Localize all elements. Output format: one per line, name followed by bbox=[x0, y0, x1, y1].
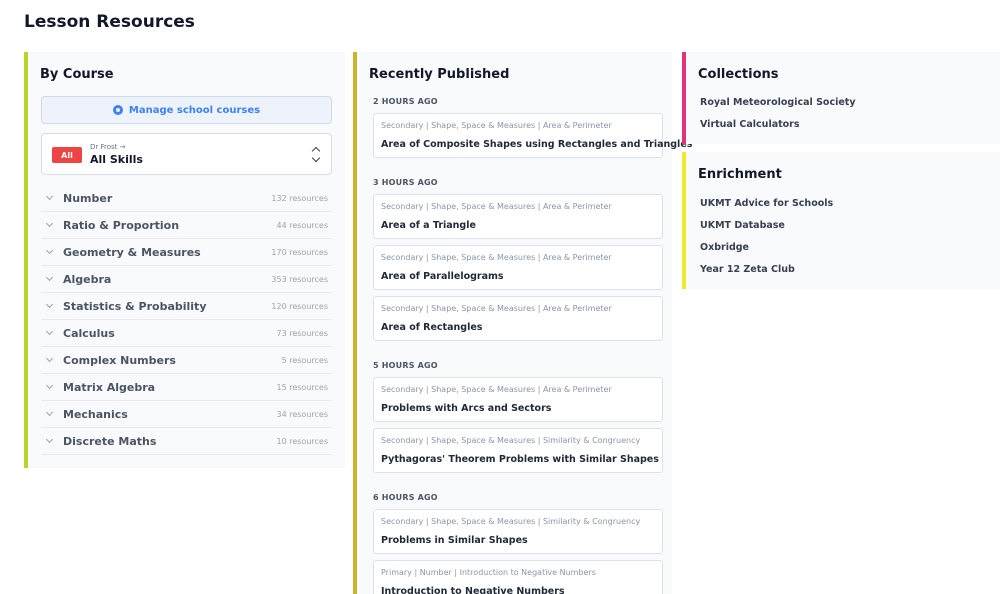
resource-title: Area of Composite Shapes using Rectangle… bbox=[381, 139, 693, 150]
course-row-algebra[interactable]: Algebra 353 resources bbox=[41, 266, 332, 293]
resource-tags: Secondary | Shape, Space & Measures | Ar… bbox=[381, 121, 612, 130]
chevron-down-icon bbox=[45, 354, 54, 363]
resource-title: Problems with Arcs and Sectors bbox=[381, 403, 552, 414]
course-name: Number bbox=[63, 191, 113, 205]
resource-card[interactable]: Secondary | Shape, Space & Measures | Ar… bbox=[373, 194, 663, 239]
manage-school-courses-button[interactable]: Manage school courses bbox=[41, 96, 332, 124]
chevron-down-icon bbox=[45, 300, 54, 309]
course-count: 10 resources bbox=[276, 436, 329, 446]
collections-panel: Collections Royal Meteorological Society… bbox=[682, 52, 1000, 144]
course-name: Discrete Maths bbox=[63, 434, 157, 448]
course-count: 5 resources bbox=[281, 355, 328, 365]
updown-chevron-icon bbox=[311, 146, 321, 164]
course-count: 15 resources bbox=[276, 382, 329, 392]
course-row-statistics[interactable]: Statistics & Probability 120 resources bbox=[41, 293, 332, 320]
course-count: 170 resources bbox=[271, 247, 328, 257]
course-row-matrix-algebra[interactable]: Matrix Algebra 15 resources bbox=[41, 374, 332, 401]
resource-card[interactable]: Secondary | Shape, Space & Measures | Ar… bbox=[373, 296, 663, 341]
course-list: Number 132 resources Ratio & Proportion 44… bbox=[41, 185, 332, 455]
course-name: Geometry & Measures bbox=[63, 245, 201, 259]
time-group-label: 5 HOURS AGO bbox=[373, 361, 438, 370]
course-row-complex-numbers[interactable]: Complex Numbers 5 resources bbox=[41, 347, 332, 374]
chevron-down-icon bbox=[45, 435, 54, 444]
course-name: Complex Numbers bbox=[63, 353, 176, 367]
collection-link[interactable]: Virtual Calculators bbox=[700, 119, 800, 130]
resource-card[interactable]: Secondary | Shape, Space & Measures | Ar… bbox=[373, 113, 692, 158]
all-badge: All bbox=[52, 147, 82, 163]
enrichment-link[interactable]: Year 12 Zeta Club bbox=[700, 264, 795, 275]
chevron-down-icon bbox=[45, 246, 54, 255]
resource-title: Area of Rectangles bbox=[381, 322, 483, 333]
time-group-label: 6 HOURS AGO bbox=[373, 493, 438, 502]
course-name: Statistics & Probability bbox=[63, 299, 207, 313]
resource-title: Pythagoras' Theorem Problems with Simila… bbox=[381, 454, 659, 465]
manage-button-label: Manage school courses bbox=[128, 104, 261, 116]
resource-card[interactable]: Secondary | Shape, Space & Measures | Si… bbox=[373, 428, 663, 473]
course-name: Matrix Algebra bbox=[63, 380, 156, 394]
recently-published-panel: Recently Published 2 HOURS AGO Secondary… bbox=[353, 52, 692, 594]
resource-card[interactable]: Primary | Number | Introduction to Negat… bbox=[373, 560, 663, 594]
enrichment-link[interactable]: Oxbridge bbox=[700, 242, 749, 253]
resource-tags: Secondary | Shape, Space & Measures | Si… bbox=[381, 517, 641, 526]
recently-published-title: Recently Published bbox=[369, 67, 510, 82]
chevron-down-icon bbox=[45, 273, 54, 282]
course-row-ratio[interactable]: Ratio & Proportion 44 resources bbox=[41, 212, 332, 239]
course-count: 73 resources bbox=[276, 328, 329, 338]
course-row-geometry[interactable]: Geometry & Measures 170 resources bbox=[41, 239, 332, 266]
course-count: 120 resources bbox=[271, 301, 328, 311]
chevron-down-icon bbox=[45, 219, 54, 228]
course-count: 353 resources bbox=[271, 274, 328, 284]
collections-title: Collections bbox=[698, 67, 779, 82]
resource-title: Introduction to Negative Numbers bbox=[381, 586, 565, 594]
enrichment-panel: Enrichment UKMT Advice for Schools UKMT … bbox=[682, 152, 1000, 289]
resource-title: Area of a Triangle bbox=[381, 220, 476, 231]
course-count: 132 resources bbox=[271, 193, 328, 203]
by-course-panel: By Course Manage school courses All Dr F… bbox=[24, 52, 345, 468]
resource-title: Area of Parallelograms bbox=[381, 271, 504, 282]
enrichment-link[interactable]: UKMT Database bbox=[700, 220, 785, 231]
resource-tags: Secondary | Shape, Space & Measures | Ar… bbox=[381, 202, 612, 211]
resource-card[interactable]: Secondary | Shape, Space & Measures | Ar… bbox=[373, 245, 663, 290]
chevron-down-icon bbox=[45, 192, 54, 201]
resource-tags: Secondary | Shape, Space & Measures | Ar… bbox=[381, 385, 612, 394]
chevron-down-icon bbox=[45, 327, 54, 336]
page-title: Lesson Resources bbox=[24, 12, 195, 32]
filter-owner-link[interactable]: Dr Frost → bbox=[90, 143, 126, 151]
time-group-label: 3 HOURS AGO bbox=[373, 178, 438, 187]
filter-selected-value: All Skills bbox=[90, 153, 143, 166]
course-name: Mechanics bbox=[63, 407, 128, 421]
resource-title: Problems in Similar Shapes bbox=[381, 535, 528, 546]
resource-tags: Primary | Number | Introduction to Negat… bbox=[381, 568, 596, 577]
resource-tags: Secondary | Shape, Space & Measures | Si… bbox=[381, 436, 641, 445]
course-row-number[interactable]: Number 132 resources bbox=[41, 185, 332, 212]
collection-link[interactable]: Royal Meteorological Society bbox=[700, 97, 856, 108]
enrichment-title: Enrichment bbox=[698, 167, 782, 182]
course-name: Algebra bbox=[63, 272, 112, 286]
course-name: Calculus bbox=[63, 326, 115, 340]
enrichment-link[interactable]: UKMT Advice for Schools bbox=[700, 198, 833, 209]
resource-tags: Secondary | Shape, Space & Measures | Ar… bbox=[381, 253, 612, 262]
course-row-mechanics[interactable]: Mechanics 34 resources bbox=[41, 401, 332, 428]
course-row-discrete-maths[interactable]: Discrete Maths 10 resources bbox=[41, 428, 332, 455]
course-count: 44 resources bbox=[276, 220, 329, 230]
chevron-down-icon bbox=[45, 408, 54, 417]
chevron-down-icon bbox=[45, 381, 54, 390]
gear-icon bbox=[112, 105, 123, 115]
resource-tags: Secondary | Shape, Space & Measures | Ar… bbox=[381, 304, 612, 313]
skills-filter-select[interactable]: All Dr Frost → All Skills bbox=[41, 133, 332, 175]
by-course-title: By Course bbox=[40, 67, 114, 82]
resource-card[interactable]: Secondary | Shape, Space & Measures | Si… bbox=[373, 509, 663, 554]
course-row-calculus[interactable]: Calculus 73 resources bbox=[41, 320, 332, 347]
course-count: 34 resources bbox=[276, 409, 329, 419]
time-group-label: 2 HOURS AGO bbox=[373, 97, 438, 106]
course-name: Ratio & Proportion bbox=[63, 218, 180, 232]
resource-card[interactable]: Secondary | Shape, Space & Measures | Ar… bbox=[373, 377, 663, 422]
